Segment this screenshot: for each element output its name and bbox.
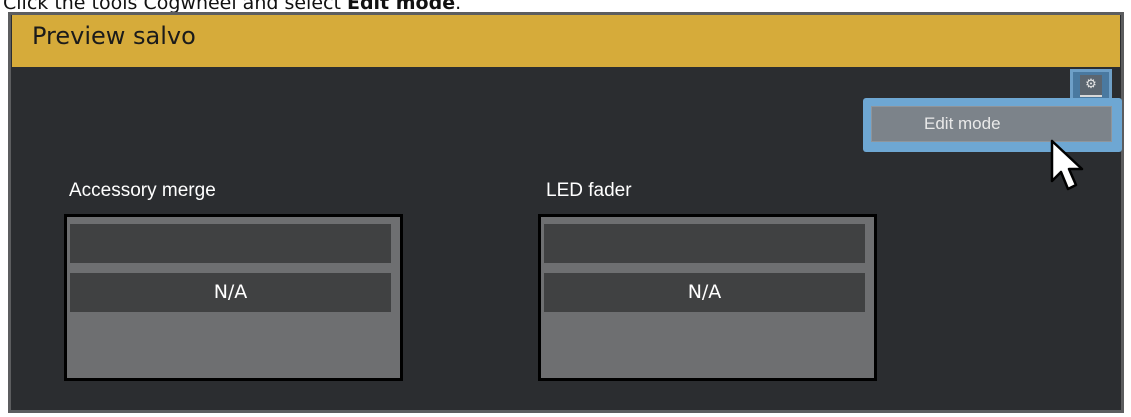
device-card-accessory-merge[interactable]: N/A (64, 214, 403, 381)
device-top-row (544, 224, 865, 263)
device-card-led-fader[interactable]: N/A (538, 214, 877, 381)
device-value-row: N/A (544, 273, 865, 312)
device-top-row (70, 224, 391, 263)
device-label-accessory-merge: Accessory merge (69, 180, 216, 201)
mouse-cursor-icon (1050, 139, 1084, 191)
gear-icon: ⚙ (1080, 75, 1102, 97)
panel-header: Preview salvo (12, 15, 1120, 67)
device-label-led-fader: LED fader (546, 180, 632, 201)
device-value-row: N/A (70, 273, 391, 312)
tools-cogwheel-button[interactable]: ⚙ (1070, 69, 1112, 101)
panel-title: Preview salvo (32, 22, 196, 50)
